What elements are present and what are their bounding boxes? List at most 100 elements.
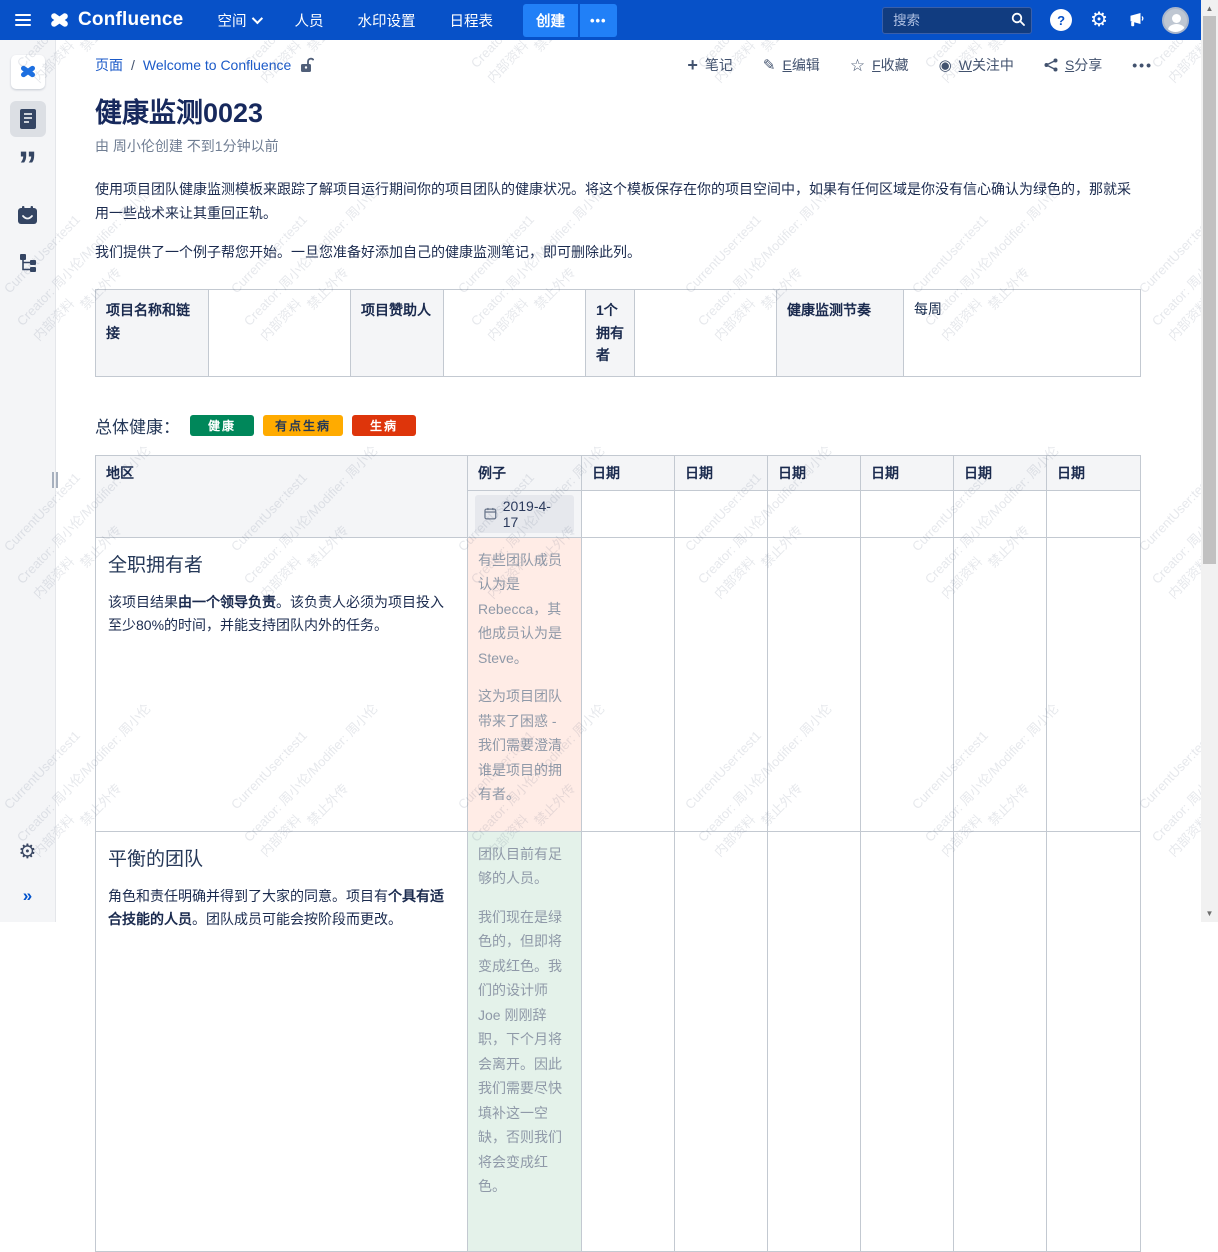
date-cell[interactable] — [675, 537, 768, 831]
scroll-up-arrow-icon[interactable]: ▲ — [1201, 4, 1218, 13]
info-value-cadence[interactable]: 每周 — [904, 290, 1141, 376]
info-value-sponsor[interactable] — [444, 290, 586, 376]
date-cell[interactable] — [1047, 537, 1141, 831]
overall-health-label: 总体健康： — [95, 413, 180, 438]
col-header-date-3: 日期 — [768, 455, 861, 490]
date-cell[interactable] — [1047, 831, 1141, 1251]
sidebar-expand-icon[interactable]: » — [23, 886, 32, 906]
breadcrumb-space-link[interactable]: Welcome to Confluence — [143, 57, 291, 73]
region-cell-balanced-team: 平衡的团队 角色和责任明确并得到了大家的同意。项目有个具有适合技能的人员。团队成… — [96, 831, 468, 1251]
settings-gear-icon[interactable]: ⚙ — [1090, 10, 1108, 30]
brand-name: Confluence — [78, 9, 183, 31]
edit-button[interactable]: ✎ E编辑 — [763, 55, 820, 75]
vertical-scrollbar[interactable]: ▲ ▼ — [1201, 0, 1218, 922]
sidebar-item-hierarchy[interactable] — [10, 245, 46, 281]
announcement-megaphone-icon[interactable] — [1126, 12, 1144, 28]
unlocked-padlock-icon[interactable] — [299, 57, 314, 73]
create-more-button[interactable]: ••• — [580, 4, 617, 37]
top-navbar: Confluence 空间 人员 水印设置 日程表 创建 ••• ? ⚙ — [0, 0, 1201, 40]
col-header-date-2: 日期 — [675, 455, 768, 490]
space-sidebar: ” ⚙ » — [0, 40, 56, 922]
date-cell[interactable] — [582, 490, 675, 537]
date-cell[interactable] — [861, 537, 954, 831]
nav-item-people[interactable]: 人员 — [294, 10, 323, 31]
date-lozenge[interactable]: 2019-4-17 — [475, 495, 574, 533]
breadcrumb-separator: / — [131, 57, 135, 73]
more-actions-button[interactable]: ••• — [1132, 57, 1153, 73]
space-settings-gear-icon[interactable]: ⚙ — [19, 839, 37, 864]
confluence-mark-icon — [48, 9, 70, 31]
intro-paragraph-1: 使用项目团队健康监测模板来跟踪了解项目运行期间你的项目团队的健康状况。将这个模板… — [95, 178, 1140, 226]
project-info-table: 项目名称和链接 项目赞助人 1个拥有者 健康监测节奏 每周 — [95, 289, 1141, 376]
confluence-space-icon — [18, 62, 38, 82]
sidebar-item-pages[interactable] — [10, 101, 46, 137]
sidebar-resize-grip[interactable] — [52, 472, 58, 488]
confluence-logo[interactable]: Confluence — [48, 9, 183, 31]
date-cell[interactable] — [675, 831, 768, 1251]
region-heading: 全职拥有者 — [108, 550, 455, 577]
sidebar-item-blog[interactable]: ” — [10, 149, 46, 185]
space-logo[interactable] — [11, 55, 45, 89]
watch-button[interactable]: ◉ W关注中 — [939, 55, 1014, 75]
date-cell[interactable] — [768, 537, 861, 831]
date-cell[interactable] — [861, 490, 954, 537]
share-button[interactable]: S分享 — [1044, 55, 1102, 75]
calendar-small-icon — [484, 507, 497, 520]
quotes-icon: ” — [18, 166, 37, 180]
search-input[interactable] — [882, 7, 1032, 34]
scroll-down-arrow-icon[interactable]: ▼ — [1201, 909, 1218, 918]
region-heading: 平衡的团队 — [108, 844, 455, 871]
help-icon[interactable]: ? — [1050, 9, 1072, 31]
date-cell[interactable] — [768, 831, 861, 1251]
info-header-project-name: 项目名称和链接 — [96, 290, 209, 376]
date-cell[interactable] — [768, 490, 861, 537]
info-header-cadence: 健康监测节奏 — [777, 290, 904, 376]
add-note-button[interactable]: + 笔记 — [687, 55, 733, 75]
calendar-icon — [17, 206, 38, 225]
page-toolbar: 页面 / Welcome to Confluence + 笔记 ✎ E编辑 ☆ … — [95, 55, 1153, 75]
primary-nav: 空间 人员 水印设置 日程表 — [217, 10, 493, 31]
favorite-button[interactable]: ☆ F收藏 — [850, 55, 909, 75]
nav-item-spaces[interactable]: 空间 — [217, 10, 260, 31]
col-header-date-5: 日期 — [954, 455, 1047, 490]
date-cell[interactable] — [954, 490, 1047, 537]
search-icon[interactable] — [1011, 12, 1025, 26]
date-cell[interactable] — [1047, 490, 1141, 537]
region-cell-fulltime-owner: 全职拥有者 该项目结果由一个领导负责。该负责人必须为项目投入至少80%的时间，并… — [96, 537, 468, 831]
breadcrumb-pages-link[interactable]: 页面 — [95, 55, 123, 75]
date-cell[interactable] — [582, 537, 675, 831]
table-row: 平衡的团队 角色和责任明确并得到了大家的同意。项目有个具有适合技能的人员。团队成… — [96, 831, 1141, 1251]
star-icon: ☆ — [850, 57, 865, 74]
health-monitor-table: 地区 例子 日期 日期 日期 日期 日期 日期 2019-4-17 — [95, 455, 1141, 1252]
nav-item-calendar[interactable]: 日程表 — [449, 10, 493, 31]
col-header-date-6: 日期 — [1047, 455, 1141, 490]
app-menu-icon[interactable] — [4, 0, 42, 40]
date-cell[interactable] — [861, 831, 954, 1251]
create-button[interactable]: 创建 — [523, 4, 578, 37]
sidebar-item-calendar[interactable] — [10, 197, 46, 233]
intro-paragraph-2: 我们提供了一个例子帮您开始。一旦您准备好添加自己的健康监测笔记，即可删除此列。 — [95, 241, 1140, 265]
navbar-right: ? ⚙ — [882, 7, 1189, 34]
date-cell[interactable] — [954, 537, 1047, 831]
create-button-group: 创建 ••• — [523, 4, 617, 37]
example-cell-balanced-team: 团队目前有足够的人员。 我们现在是绿色的，但即将变成红色。我们的设计师 Joe … — [468, 831, 582, 1251]
col-header-date-4: 日期 — [861, 455, 954, 490]
page-byline: 由 周小伦创建 不到1分钟以前 — [95, 136, 1201, 156]
chevron-down-icon — [252, 13, 263, 24]
example-cell-fulltime-owner: 有些团队成员认为是Rebecca，其他成员认为是Steve。 这为项目团队带来了… — [468, 537, 582, 831]
page-title: 健康监测0023 — [95, 91, 1201, 130]
info-value-owner[interactable] — [635, 290, 777, 376]
table-row: 全职拥有者 该项目结果由一个领导负责。该负责人必须为项目投入至少80%的时间，并… — [96, 537, 1141, 831]
tree-icon — [19, 253, 37, 273]
scrollbar-thumb[interactable] — [1203, 16, 1216, 564]
nav-item-watermark-settings[interactable]: 水印设置 — [357, 10, 415, 31]
info-value-project-name[interactable] — [209, 290, 351, 376]
col-header-region: 地区 — [96, 455, 468, 537]
page-actions: + 笔记 ✎ E编辑 ☆ F收藏 ◉ W关注中 S分享 ••• — [687, 55, 1153, 75]
date-cell[interactable] — [582, 831, 675, 1251]
region-description: 该项目结果由一个领导负责。该负责人必须为项目投入至少80%的时间，并能支持团队内… — [108, 591, 453, 639]
date-cell[interactable] — [954, 831, 1047, 1251]
date-cell[interactable] — [675, 490, 768, 537]
plus-icon: + — [687, 56, 698, 74]
user-avatar[interactable] — [1162, 7, 1189, 34]
